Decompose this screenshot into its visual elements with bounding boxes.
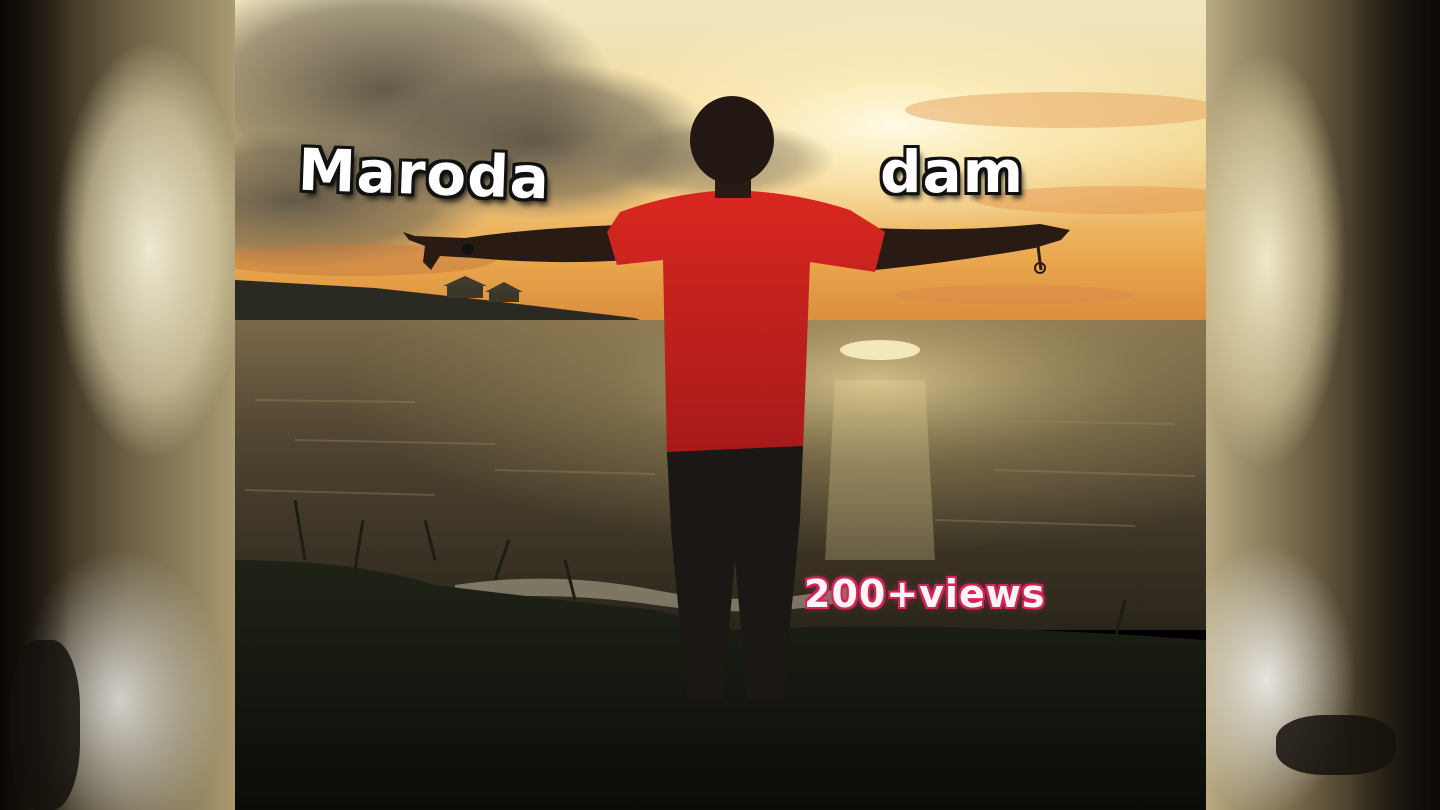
sunset-photo bbox=[235, 0, 1206, 810]
title-right-text: dam bbox=[880, 138, 1025, 206]
blurred-side-panel-left bbox=[0, 0, 235, 810]
video-frame: Maroda dam 200+views bbox=[0, 0, 1440, 810]
blurred-side-panel-right bbox=[1206, 0, 1440, 810]
views-count-text: 200+views bbox=[804, 572, 1046, 616]
title-left-text: Maroda bbox=[296, 135, 552, 213]
